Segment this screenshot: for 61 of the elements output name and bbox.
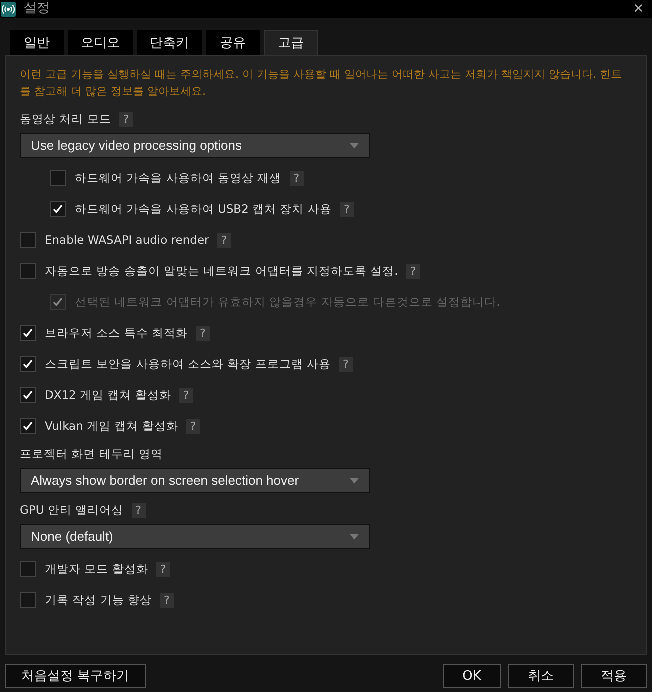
checkbox[interactable]	[20, 418, 36, 434]
dropdown[interactable]: Always show border on screen selection hover	[20, 468, 370, 493]
checkbox[interactable]	[20, 356, 36, 372]
caret-icon	[350, 478, 359, 484]
help-badge[interactable]: ?	[340, 202, 354, 216]
dropdown[interactable]: Use legacy video processing options	[20, 133, 370, 158]
caret-icon	[350, 142, 359, 148]
help-badge[interactable]: ?	[217, 232, 232, 248]
checkbox-label: 기록 작성 기능 향상	[45, 592, 152, 608]
check-icon	[22, 358, 34, 370]
checkbox[interactable]	[20, 263, 36, 279]
dialog-button[interactable]: 취소	[508, 664, 574, 688]
help-badge[interactable]: ?	[338, 356, 353, 372]
checkbox[interactable]	[50, 170, 66, 186]
broadcast-icon	[1, 2, 16, 16]
tab[interactable]: 오디오	[68, 30, 133, 55]
checkbox-label: 개발자 모드 활성화	[45, 562, 148, 576]
checkbox[interactable]	[20, 232, 36, 248]
help-badge[interactable]: ?	[290, 170, 304, 186]
section-label: GPU 안티 앨리어싱	[20, 503, 124, 518]
checkbox-label: Enable WASAPI audio render	[45, 233, 210, 247]
checkbox-label: Vulkan 게임 캡쳐 활성화	[45, 418, 178, 434]
help-badge[interactable]: ?	[186, 418, 200, 434]
checkbox-label: 브라우저 소스 특수 최적화	[45, 326, 188, 340]
tab[interactable]: 일반	[10, 30, 64, 55]
help-badge[interactable]: ?	[160, 592, 174, 608]
checkbox-label: 하드웨어 가속을 사용하여 동영상 재생	[75, 170, 282, 186]
help-badge[interactable]: ?	[156, 562, 170, 576]
warning-text: 이런 고급 기능을 실행하실 때는 주의하세요. 이 기능을 사용할 때 일어나는 어떠한 사고는 저희가 책임지지 않습니다. 힌트를 참고해 더 많은 정보를 알아보세요.	[20, 67, 623, 100]
reset-button[interactable]: 처음설정 복구하기	[5, 664, 146, 688]
checkbox-label: 선택된 네트워크 어댑터가 유효하지 않을경우 자동으로 다른것으로 설정합니다.	[75, 294, 500, 310]
help-badge[interactable]: ?	[196, 326, 210, 340]
window-title: 설정	[24, 2, 50, 16]
help-badge[interactable]: ?	[406, 264, 420, 278]
dialog-button[interactable]: OK	[443, 664, 501, 688]
checkbox-label: 자동으로 방송 송출이 알맞는 네트워크 어댑터를 지정하도록 설정.	[45, 264, 398, 278]
checkbox[interactable]	[50, 201, 66, 217]
section-label: 프로젝터 화면 테두리 영역	[20, 447, 163, 462]
check-icon	[52, 203, 64, 215]
tab[interactable]: 고급	[264, 30, 318, 55]
help-badge[interactable]: ?	[179, 388, 194, 402]
check-icon	[22, 389, 34, 401]
checkbox-label: 하드웨어 가속을 사용하여 USB2 캡처 장치 사용	[75, 202, 332, 216]
checkbox-label: DX12 게임 캡쳐 활성화	[45, 388, 172, 402]
close-button[interactable]: ✕	[625, 2, 652, 16]
checkbox-label: 스크립트 보안을 사용하여 소스와 확장 프로그램 사용	[45, 356, 331, 372]
check-icon	[22, 420, 34, 432]
caret-icon	[350, 534, 359, 540]
checkbox[interactable]	[20, 387, 36, 403]
help-badge[interactable]: ?	[119, 112, 134, 127]
help-badge[interactable]: ?	[132, 503, 146, 518]
checkbox[interactable]	[20, 561, 36, 577]
dropdown[interactable]: None (default)	[20, 524, 370, 549]
check-icon	[52, 296, 64, 308]
checkbox[interactable]	[20, 592, 36, 608]
dialog-button[interactable]: 적용	[581, 664, 647, 688]
checkbox[interactable]	[20, 325, 36, 341]
tab[interactable]: 단축키	[137, 30, 202, 55]
tab[interactable]: 공유	[206, 30, 260, 55]
check-icon	[22, 327, 34, 339]
section-label: 동영상 처리 모드	[20, 112, 112, 127]
